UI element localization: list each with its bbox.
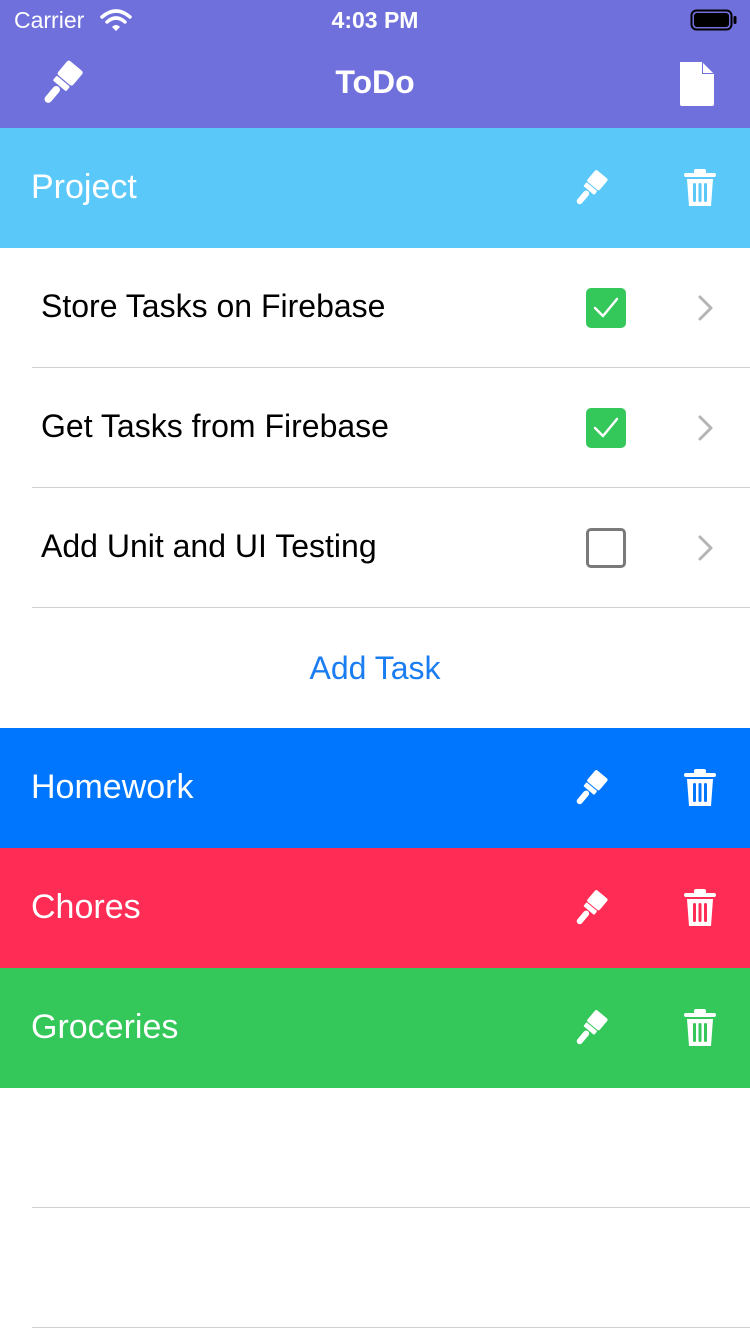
section-header-homework[interactable]: Homework: [0, 728, 750, 848]
paintbrush-icon[interactable]: [570, 168, 610, 210]
chevron-right-icon[interactable]: [697, 534, 715, 562]
trash-icon[interactable]: [682, 768, 718, 808]
section-title: Groceries: [31, 1008, 179, 1046]
paintbrush-icon[interactable]: [570, 768, 610, 810]
row-separator: [32, 1327, 750, 1328]
chevron-right-icon[interactable]: [697, 414, 715, 442]
chevron-right-icon[interactable]: [697, 294, 715, 322]
checkmark-icon: [593, 297, 619, 318]
trash-icon[interactable]: [682, 888, 718, 928]
paintbrush-icon[interactable]: [36, 58, 86, 110]
add-task-label: Add Task: [309, 650, 441, 686]
task-label: Store Tasks on Firebase: [41, 288, 386, 324]
task-row[interactable]: Add Unit and UI Testing: [0, 488, 750, 608]
checkmark-icon: [593, 417, 619, 438]
paintbrush-icon[interactable]: [570, 1008, 610, 1050]
section-header-groceries[interactable]: Groceries: [0, 968, 750, 1088]
task-checkbox[interactable]: [586, 528, 626, 568]
section-title: Homework: [31, 768, 194, 806]
battery-icon: [690, 9, 737, 31]
section-title: Project: [31, 168, 137, 206]
status-bar: Carrier 4:03 PM: [0, 0, 750, 40]
clock: 4:03 PM: [331, 7, 419, 33]
paintbrush-icon[interactable]: [570, 888, 610, 930]
task-label: Get Tasks from Firebase: [41, 408, 389, 444]
task-row[interactable]: Store Tasks on Firebase: [0, 248, 750, 368]
section-header-project[interactable]: Project: [0, 128, 750, 248]
top-bar: Carrier 4:03 PM ToDo: [0, 0, 750, 128]
trash-icon[interactable]: [682, 168, 718, 208]
add-task-button[interactable]: Add Task: [0, 608, 750, 728]
task-label: Add Unit and UI Testing: [41, 528, 377, 564]
task-row[interactable]: Get Tasks from Firebase: [0, 368, 750, 488]
section-title: Chores: [31, 888, 141, 926]
task-checkbox[interactable]: [586, 408, 626, 448]
row-separator: [32, 1207, 750, 1208]
task-checkbox[interactable]: [586, 288, 626, 328]
nav-title: ToDo: [335, 64, 415, 100]
section-header-chores[interactable]: Chores: [0, 848, 750, 968]
document-icon[interactable]: [676, 60, 718, 108]
trash-icon[interactable]: [682, 1008, 718, 1048]
